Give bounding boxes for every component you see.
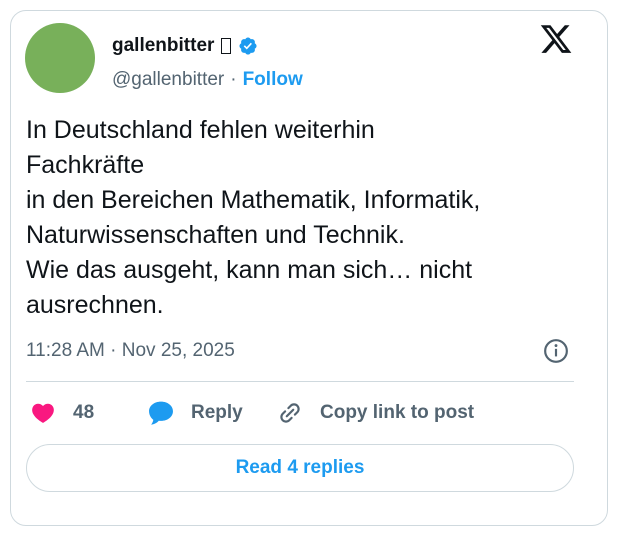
author-name-row[interactable]: gallenbitter <box>112 35 258 57</box>
tweet-text: In Deutschland fehlen weiterhin Fachkräf… <box>26 113 586 323</box>
divider <box>26 381 574 382</box>
follow-button[interactable]: Follow <box>243 69 303 91</box>
copy-link-label: Copy link to post <box>320 402 475 423</box>
reply-label: Reply <box>191 402 243 423</box>
author-handle[interactable]: @gallenbitter <box>112 69 224 91</box>
separator-dot: · <box>230 69 237 90</box>
author-handle-row: @gallenbitter · Follow <box>112 69 303 91</box>
read-replies-button[interactable]: Read 4 replies <box>26 444 574 492</box>
tweet-text-line: ausrechnen. <box>26 291 164 319</box>
read-replies-label: Read 4 replies <box>235 457 365 478</box>
info-icon[interactable] <box>543 338 569 364</box>
verified-badge-icon <box>239 37 257 55</box>
tweet-text-line: Wie das ausgeht, kann man sich… nicht <box>26 256 473 284</box>
like-button[interactable]: 48 <box>30 398 94 428</box>
heart-icon <box>32 403 54 423</box>
missing-glyph-icon <box>221 38 232 54</box>
tweet-text-line: in den Bereichen Mathematik, Informatik, <box>26 186 481 214</box>
action-bar: 48 Reply Copy link to post <box>26 398 586 428</box>
avatar[interactable] <box>25 23 95 93</box>
tweet-text-line: Fachkräfte <box>26 151 145 179</box>
link-icon <box>280 403 300 423</box>
copy-link-button[interactable]: Copy link to post <box>277 398 474 428</box>
x-logo-icon[interactable] <box>539 22 573 56</box>
tweet-text-line: Naturwissenschaften und Technik. <box>26 221 405 249</box>
reply-button[interactable]: Reply <box>147 398 243 428</box>
author-display-name[interactable]: gallenbitter <box>112 35 214 57</box>
tweet-text-line: In Deutschland fehlen weiterhin <box>26 116 375 144</box>
tweet-timestamp[interactable]: 11:28 AM · Nov 25, 2025 <box>26 340 235 362</box>
like-count: 48 <box>73 402 95 423</box>
speech-bubble-icon <box>149 401 173 425</box>
